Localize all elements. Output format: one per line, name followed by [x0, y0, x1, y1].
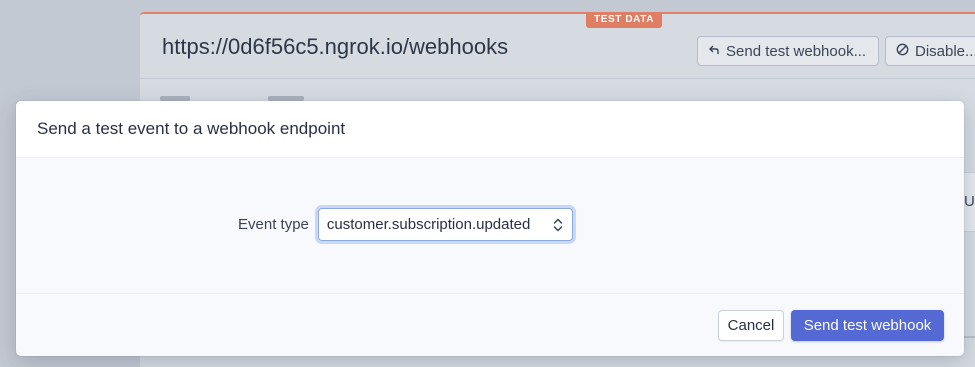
background-divider	[140, 78, 975, 79]
event-type-select[interactable]: customer.subscription.updated	[317, 208, 573, 241]
send-test-webhook-button[interactable]: Send test webhook	[791, 310, 944, 341]
modal-body: Event type customer.subscription.updated	[16, 158, 964, 294]
event-type-label: Event type	[238, 216, 309, 233]
background-right-text: U	[964, 193, 975, 210]
background-disable-label: Disable...	[915, 42, 975, 60]
background-disable-button: Disable...	[885, 36, 975, 66]
cancel-button[interactable]: Cancel	[718, 310, 784, 341]
modal-footer: Cancel Send test webhook	[16, 295, 964, 356]
background-send-test-webhook-button: Send test webhook...	[697, 36, 879, 66]
webhook-url-title: https://0d6f56c5.ngrok.io/webhooks	[162, 34, 509, 59]
disable-icon	[896, 43, 909, 60]
event-type-value: customer.subscription.updated	[326, 216, 531, 233]
chevron-up-down-icon	[552, 216, 564, 234]
test-data-badge: TEST DATA	[586, 12, 663, 28]
background-send-label: Send test webhook...	[726, 42, 867, 60]
modal-title: Send a test event to a webhook endpoint	[37, 119, 346, 138]
background-right-line	[963, 336, 975, 338]
event-type-field: Event type customer.subscription.updated	[238, 208, 573, 241]
modal-header: Send a test event to a webhook endpoint	[16, 101, 964, 158]
reply-arrow-icon	[708, 43, 720, 60]
send-test-event-modal: Send a test event to a webhook endpoint …	[16, 101, 964, 356]
